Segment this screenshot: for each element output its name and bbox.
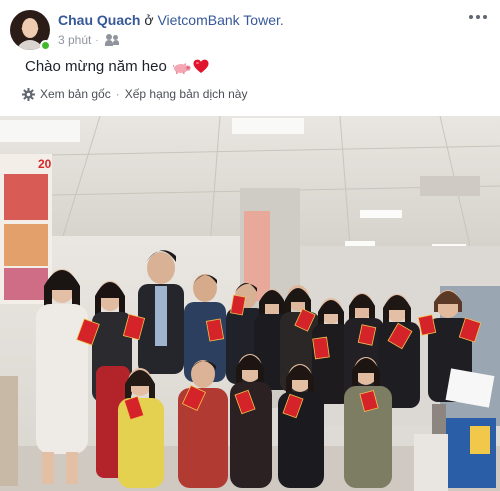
pig-icon xyxy=(172,61,191,74)
post-timestamp[interactable]: 3 phút xyxy=(58,33,91,47)
post-header: Chau Quach ở VietcomBank Tower. xyxy=(58,12,284,28)
poster-digits: 20 xyxy=(38,157,52,171)
heart-icon xyxy=(193,59,209,74)
meta-separator: · xyxy=(95,34,99,46)
online-status-icon xyxy=(40,40,51,51)
post-photo[interactable]: 20 xyxy=(0,116,500,491)
facebook-post: Chau Quach ở VietcomBank Tower. 3 phút ·… xyxy=(0,0,500,491)
friends-audience-icon[interactable] xyxy=(104,34,119,46)
more-options-button[interactable] xyxy=(468,10,488,24)
at-word: ở xyxy=(140,12,158,28)
rate-translation-link[interactable]: Xếp hạng bản dịch này xyxy=(125,87,248,101)
translation-bar: Xem bản gốc · Xếp hạng bản dịch này xyxy=(22,87,247,101)
gear-icon[interactable] xyxy=(22,87,35,101)
see-original-link[interactable]: Xem bản gốc xyxy=(40,87,111,101)
group-photo-illustration: 20 xyxy=(0,116,500,491)
location-link[interactable]: VietcomBank Tower. xyxy=(157,12,283,28)
post-message: Chào mừng năm heo xyxy=(25,58,209,75)
author-name-link[interactable]: Chau Quach xyxy=(58,12,140,28)
post-message-text: Chào mừng năm heo xyxy=(25,58,167,75)
post-meta: 3 phút · xyxy=(58,33,119,47)
translation-separator: · xyxy=(115,87,120,101)
